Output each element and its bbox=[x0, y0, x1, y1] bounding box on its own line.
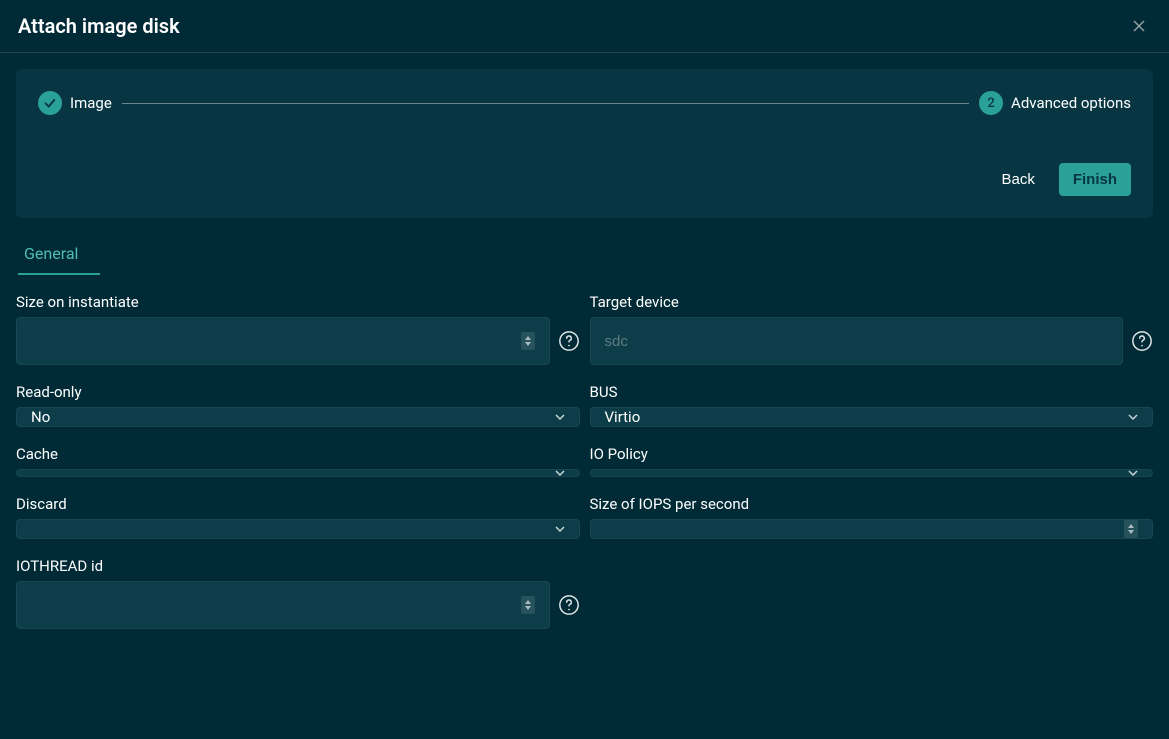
label-size-on-instantiate: Size on instantiate bbox=[16, 293, 580, 311]
step-advanced-options[interactable]: 2 Advanced options bbox=[979, 91, 1131, 115]
field-read-only: Read-only No bbox=[16, 383, 580, 427]
label-iothread-id: IOTHREAD id bbox=[16, 557, 580, 575]
number-stepper-icon[interactable] bbox=[521, 596, 535, 614]
label-size-iops: Size of IOPS per second bbox=[590, 495, 1154, 513]
field-iothread-id: IOTHREAD id bbox=[16, 557, 580, 629]
chevron-down-icon bbox=[555, 414, 565, 420]
help-icon[interactable] bbox=[1131, 330, 1153, 352]
finish-button[interactable]: Finish bbox=[1059, 163, 1131, 196]
step-advanced-label: Advanced options bbox=[1011, 94, 1131, 112]
back-button[interactable]: Back bbox=[987, 163, 1048, 196]
tab-general[interactable]: General bbox=[18, 234, 100, 275]
step-number-badge: 2 bbox=[979, 91, 1003, 115]
input-target-device[interactable] bbox=[590, 317, 1124, 365]
label-read-only: Read-only bbox=[16, 383, 580, 401]
close-icon bbox=[1131, 18, 1147, 34]
chevron-down-icon bbox=[555, 470, 565, 476]
input-target-device-field[interactable] bbox=[605, 318, 1109, 364]
select-read-only[interactable]: No bbox=[16, 407, 580, 427]
label-cache: Cache bbox=[16, 445, 580, 463]
label-target-device: Target device bbox=[590, 293, 1154, 311]
chevron-down-icon bbox=[555, 526, 565, 532]
input-iothread-id-field[interactable] bbox=[31, 582, 521, 628]
help-icon[interactable] bbox=[558, 594, 580, 616]
step-image-label: Image bbox=[70, 94, 112, 112]
dialog-header: Attach image disk bbox=[0, 0, 1169, 53]
help-icon[interactable] bbox=[558, 330, 580, 352]
select-discard[interactable] bbox=[16, 519, 580, 539]
field-size-on-instantiate: Size on instantiate bbox=[16, 293, 580, 365]
input-iothread-id[interactable] bbox=[16, 581, 550, 629]
number-stepper-icon[interactable] bbox=[521, 332, 535, 350]
step-image[interactable]: Image bbox=[38, 91, 112, 115]
select-read-only-value: No bbox=[31, 408, 50, 426]
close-button[interactable] bbox=[1127, 14, 1151, 38]
input-size-on-instantiate[interactable] bbox=[16, 317, 550, 365]
field-size-iops: Size of IOPS per second bbox=[590, 495, 1154, 539]
tabs: General bbox=[0, 234, 1169, 275]
input-size-iops-field[interactable] bbox=[605, 520, 1125, 538]
select-cache[interactable] bbox=[16, 469, 580, 477]
label-bus: BUS bbox=[590, 383, 1154, 401]
form-grid: Size on instantiate Target device bbox=[0, 275, 1169, 647]
select-bus[interactable]: Virtio bbox=[590, 407, 1154, 427]
input-size-on-instantiate-field[interactable] bbox=[31, 318, 521, 364]
label-io-policy: IO Policy bbox=[590, 445, 1154, 463]
field-target-device: Target device bbox=[590, 293, 1154, 365]
input-size-iops[interactable] bbox=[590, 519, 1154, 539]
number-stepper-icon[interactable] bbox=[1124, 520, 1138, 538]
field-cache: Cache bbox=[16, 445, 580, 477]
chevron-down-icon bbox=[1128, 470, 1138, 476]
select-io-policy[interactable] bbox=[590, 469, 1154, 477]
check-icon bbox=[38, 91, 62, 115]
stepper: Image 2 Advanced options bbox=[38, 91, 1131, 115]
field-discard: Discard bbox=[16, 495, 580, 539]
select-bus-value: Virtio bbox=[605, 408, 641, 426]
field-io-policy: IO Policy bbox=[590, 445, 1154, 477]
chevron-down-icon bbox=[1128, 414, 1138, 420]
field-bus: BUS Virtio bbox=[590, 383, 1154, 427]
wizard-actions: Back Finish bbox=[38, 163, 1131, 196]
dialog-title: Attach image disk bbox=[18, 14, 180, 38]
label-discard: Discard bbox=[16, 495, 580, 513]
step-connector bbox=[122, 103, 969, 104]
wizard-panel: Image 2 Advanced options Back Finish bbox=[16, 69, 1153, 218]
